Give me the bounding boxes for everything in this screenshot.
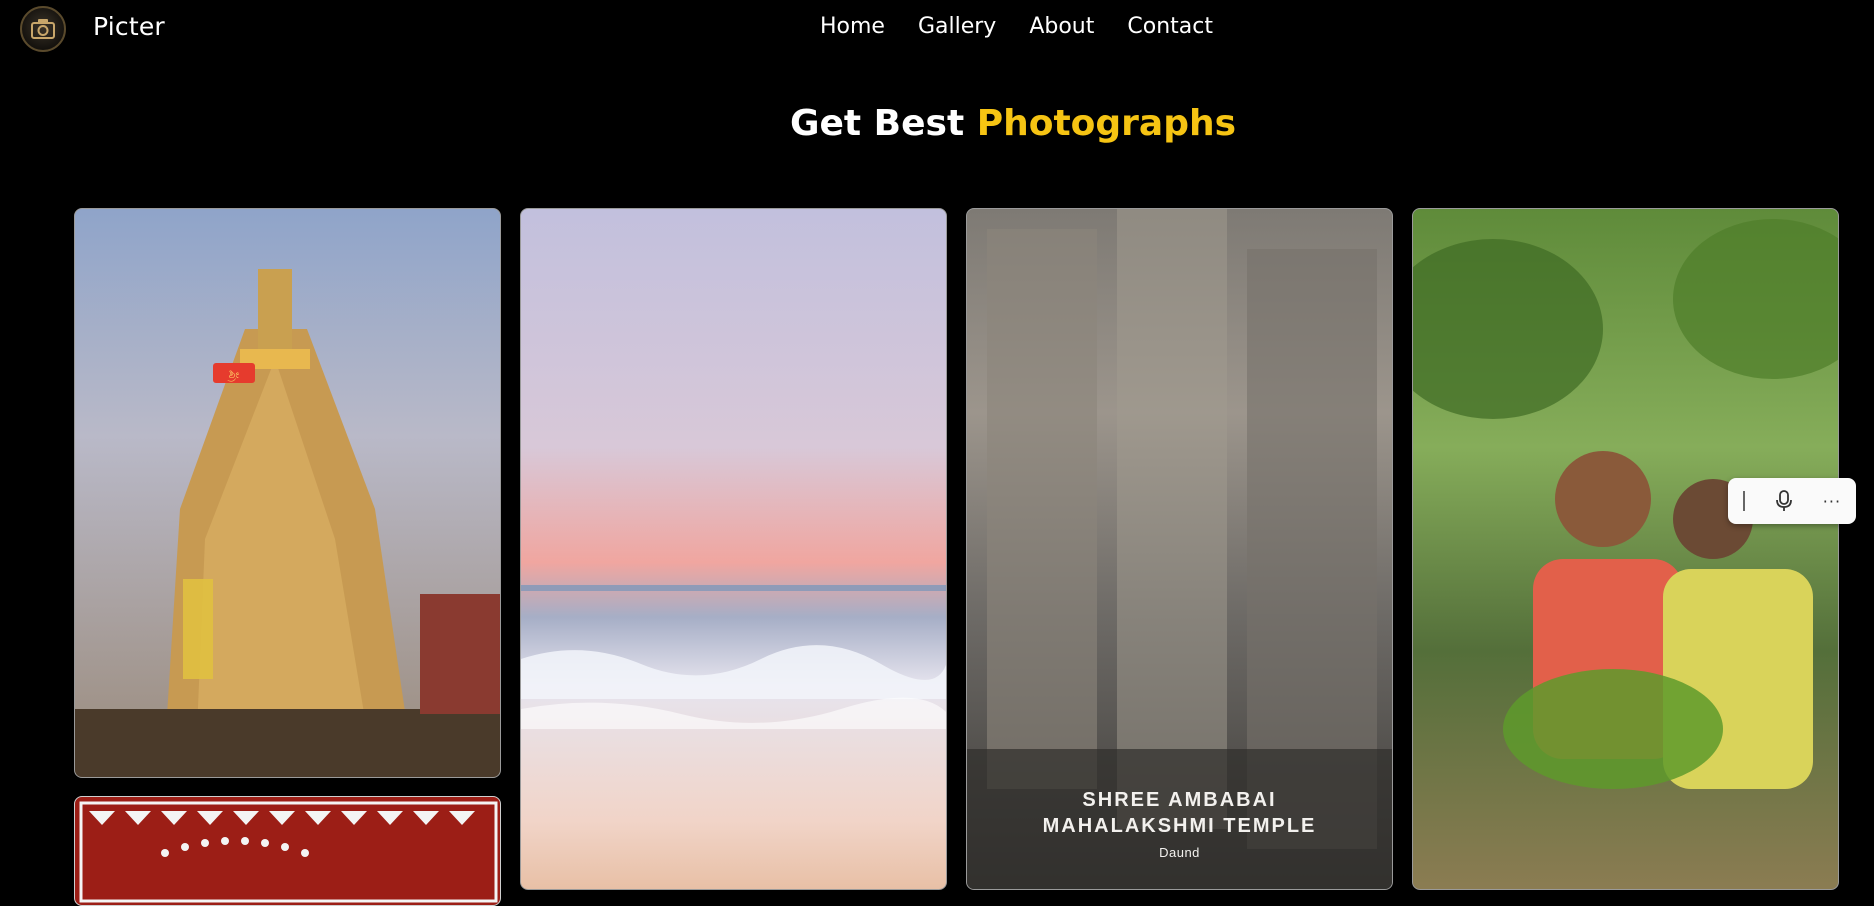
title-part1: Get Best bbox=[789, 103, 965, 144]
temple-photo: ಶ್ರೀ bbox=[75, 269, 500, 777]
grip-icon[interactable] bbox=[1742, 491, 1745, 511]
temple-sign-text: ಶ್ರೀ bbox=[227, 367, 240, 381]
title-accent: Photographs bbox=[976, 103, 1237, 144]
more-options-icon[interactable]: ··· bbox=[1823, 492, 1841, 511]
photo-card-temple[interactable]: ಶ್ರೀ bbox=[74, 208, 501, 778]
nav-contact[interactable]: Contact bbox=[1127, 14, 1213, 39]
photo-caption-location: Daund bbox=[1159, 845, 1200, 860]
page-title: Get Best Photographs bbox=[0, 103, 1874, 144]
boys-photo bbox=[1413, 219, 1838, 789]
camera-logo-icon[interactable] bbox=[20, 6, 66, 52]
main-nav: Home Gallery About Contact bbox=[820, 14, 1213, 39]
photo-card-boys[interactable] bbox=[1412, 208, 1839, 890]
beach-photo bbox=[521, 585, 946, 729]
stone-temple-photo bbox=[967, 209, 1392, 889]
camera-icon bbox=[31, 19, 55, 39]
photo-card-beach[interactable] bbox=[520, 208, 947, 890]
photo-caption-line1: SHREE AMBABAI bbox=[1082, 789, 1277, 811]
photo-card-stone-temple[interactable]: SHREE AMBABAI MAHALAKSHMI TEMPLE Daund bbox=[966, 208, 1393, 890]
floating-toolbar: ··· bbox=[1728, 478, 1856, 524]
photo-caption-line2: MAHALAKSHMI TEMPLE bbox=[1042, 815, 1317, 837]
nav-gallery[interactable]: Gallery bbox=[918, 14, 996, 39]
brand-name[interactable]: Picter bbox=[93, 12, 165, 41]
microphone-icon[interactable] bbox=[1775, 490, 1793, 512]
nav-home[interactable]: Home bbox=[820, 14, 885, 39]
nav-about[interactable]: About bbox=[1029, 14, 1094, 39]
